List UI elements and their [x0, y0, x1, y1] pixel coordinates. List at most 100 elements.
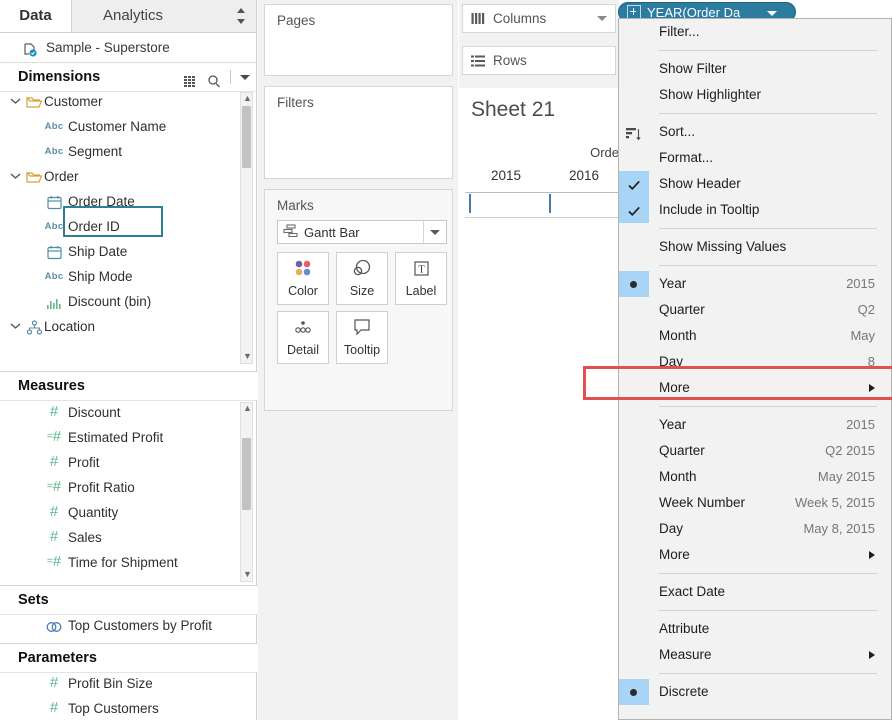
search-icon[interactable]: [207, 70, 221, 84]
dimension-item[interactable]: Customer: [0, 89, 256, 114]
marks-size-label: Size: [337, 283, 387, 299]
tab-data[interactable]: Data: [0, 0, 72, 32]
plus-box-icon[interactable]: [627, 5, 641, 19]
menu-item[interactable]: Show Highlighter: [619, 82, 891, 108]
menu-item[interactable]: Show Filter: [619, 56, 891, 82]
menu-item[interactable]: Show Missing Values: [619, 234, 891, 260]
rows-icon: [471, 55, 493, 67]
menu-item[interactable]: Show Header: [619, 171, 891, 197]
marks-label-button[interactable]: T Label: [395, 252, 447, 305]
datasource-row[interactable]: Sample - Superstore: [0, 33, 256, 63]
measure-item[interactable]: =#Estimated Profit: [0, 425, 256, 450]
measures-scrollbar[interactable]: ▲ ▼: [240, 402, 253, 582]
menu-item[interactable]: More: [619, 375, 891, 401]
menu-item[interactable]: Day8: [619, 349, 891, 375]
disclosure-chevron-icon[interactable]: [10, 89, 22, 114]
columns-chevron-down-icon[interactable]: [597, 16, 607, 21]
scroll-up-icon[interactable]: ▲: [243, 94, 252, 104]
menu-gutter: [619, 349, 649, 375]
menu-item[interactable]: More: [619, 542, 891, 568]
parameter-item[interactable]: #Top Customers: [0, 696, 256, 720]
dimension-item[interactable]: AbcCustomer Name: [0, 114, 256, 139]
dimension-item[interactable]: Location: [0, 314, 256, 339]
dimension-item[interactable]: AbcShip Mode: [0, 264, 256, 289]
menu-item[interactable]: MonthMay 2015: [619, 464, 891, 490]
dimension-item[interactable]: Discount (bin): [0, 289, 256, 314]
menu-item-value: Q2 2015: [825, 438, 875, 464]
chevron-down-icon[interactable]: [240, 75, 250, 80]
menu-item-label: Day: [659, 354, 683, 369]
dimension-item[interactable]: AbcSegment: [0, 139, 256, 164]
menu-item[interactable]: Week NumberWeek 5, 2015: [619, 490, 891, 516]
parameter-item[interactable]: #Profit Bin Size: [0, 671, 256, 696]
marks-tooltip-button[interactable]: Tooltip: [336, 311, 388, 364]
field-context-menu[interactable]: Filter... Show FilterShow Highlighter Sort…: [618, 18, 892, 720]
mark-type-selector[interactable]: Gantt Bar: [277, 220, 447, 244]
marks-card[interactable]: Marks Gantt Bar: [264, 189, 453, 411]
menu-separator: [659, 406, 877, 407]
disclosure-chevron-icon[interactable]: [10, 164, 22, 189]
menu-item-label: Sort...: [659, 124, 695, 139]
mark-type-chevron-down-icon[interactable]: [423, 221, 446, 243]
marks-color-button[interactable]: Color: [277, 252, 329, 305]
menu-item[interactable]: MonthMay: [619, 323, 891, 349]
dimension-item[interactable]: AbcOrder ID: [0, 214, 256, 239]
scroll-down-icon[interactable]: ▼: [243, 352, 252, 362]
pane-resize-icon[interactable]: [234, 7, 248, 25]
measure-item[interactable]: #Discount: [0, 400, 256, 425]
menu-item[interactable]: QuarterQ2: [619, 297, 891, 323]
menu-item[interactable]: Year2015: [619, 271, 891, 297]
menu-item[interactable]: Sort...: [619, 119, 891, 145]
pill-chevron-down-icon[interactable]: [767, 11, 777, 16]
scroll-down-icon[interactable]: ▼: [243, 570, 252, 580]
marks-detail-button[interactable]: Detail: [277, 311, 329, 364]
menu-item[interactable]: Exact Date: [619, 579, 891, 605]
menu-item[interactable]: QuarterQ2 2015: [619, 438, 891, 464]
marks-size-button[interactable]: Size: [336, 252, 388, 305]
gantt-mark[interactable]: [469, 194, 471, 213]
disclosure-chevron-icon[interactable]: [10, 314, 22, 339]
dimension-item[interactable]: Order: [0, 164, 256, 189]
measure-item[interactable]: #Profit: [0, 450, 256, 475]
columns-shelf[interactable]: Columns: [462, 4, 616, 33]
menu-item[interactable]: Include in Tooltip: [619, 197, 891, 223]
gantt-mark[interactable]: [549, 194, 551, 213]
menu-item[interactable]: Discrete: [619, 679, 891, 705]
menu-radio-gutter: [619, 679, 649, 705]
menu-item[interactable]: Attribute: [619, 616, 891, 642]
calculated-number-icon: =#: [44, 429, 64, 446]
menu-gutter: [619, 579, 649, 605]
set-item-label: Top Customers by Profit: [68, 618, 212, 633]
menu-item[interactable]: Measure: [619, 642, 891, 668]
menu-gutter: [619, 375, 649, 401]
measure-item[interactable]: #Sales: [0, 525, 256, 550]
measure-item[interactable]: =#Profit Ratio: [0, 475, 256, 500]
menu-item[interactable]: Format...: [619, 145, 891, 171]
menu-separator: [659, 228, 877, 229]
set-item[interactable]: Top Customers by Profit: [0, 613, 256, 638]
worksheet-area: Columns Rows Sheet 21 Orde 2015 2016: [459, 0, 619, 720]
dimensions-scroll-thumb[interactable]: [242, 106, 251, 168]
menu-item[interactable]: DayMay 8, 2015: [619, 516, 891, 542]
measure-item[interactable]: =#Time for Shipment: [0, 550, 256, 575]
tab-analytics-label: Analytics: [103, 7, 163, 24]
tab-analytics[interactable]: Analytics: [73, 0, 193, 32]
rows-shelf[interactable]: Rows: [462, 46, 616, 75]
filters-card[interactable]: Filters: [264, 86, 453, 179]
measure-item[interactable]: #Quantity: [0, 500, 256, 525]
menu-item[interactable]: Filter...: [619, 19, 891, 45]
measures-scroll-thumb[interactable]: [242, 438, 251, 510]
dimension-item[interactable]: Ship Date: [0, 239, 256, 264]
pages-card[interactable]: Pages: [264, 4, 453, 76]
menu-gutter: [619, 642, 649, 668]
grid-icon[interactable]: [184, 70, 198, 84]
menu-gutter: [619, 616, 649, 642]
columns-shelf-label: Columns: [493, 11, 546, 26]
dimension-item[interactable]: Order Date: [0, 189, 256, 214]
columns-icon: [471, 13, 493, 25]
sort-icon: [626, 125, 642, 139]
scroll-up-icon[interactable]: ▲: [243, 404, 252, 414]
menu-item[interactable]: Year2015: [619, 412, 891, 438]
hierarchy-icon: [26, 318, 43, 335]
dimensions-scrollbar[interactable]: ▲ ▼: [240, 92, 253, 364]
